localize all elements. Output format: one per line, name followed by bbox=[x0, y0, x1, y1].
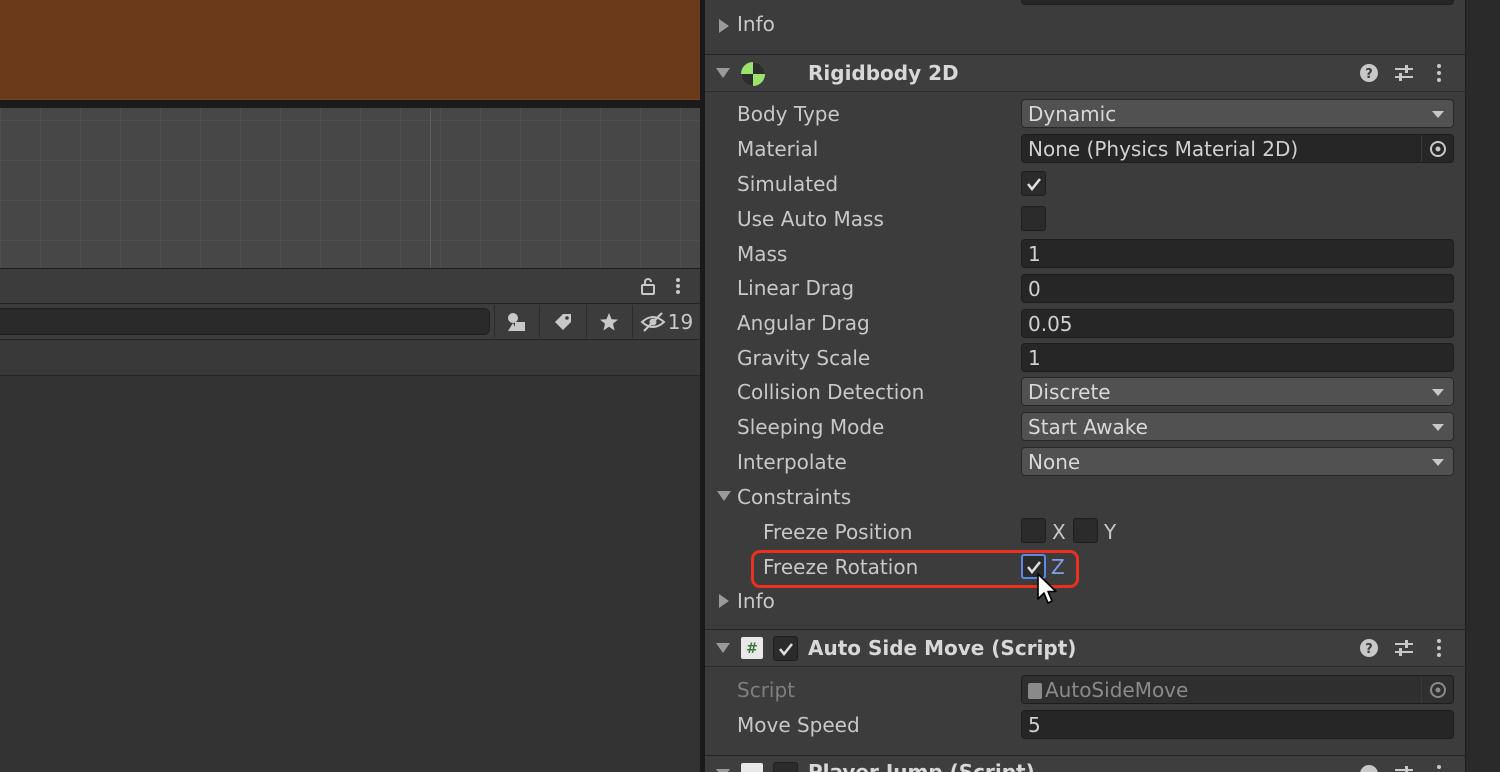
collision-detection-dropdown[interactable]: Discrete bbox=[1021, 377, 1454, 406]
checkmark-icon bbox=[778, 642, 793, 656]
presets-icon[interactable] bbox=[1393, 763, 1415, 772]
info-foldout-icon[interactable] bbox=[719, 594, 729, 608]
gravity-scale-input[interactable]: 1 bbox=[1021, 343, 1454, 372]
component-menu-icon[interactable] bbox=[1428, 62, 1450, 84]
search-by-label-button[interactable] bbox=[539, 305, 585, 338]
rigidbody2d-foldout-icon[interactable] bbox=[716, 68, 730, 78]
rigidbody2d-icon bbox=[740, 61, 766, 87]
component-menu-icon[interactable] bbox=[1428, 763, 1450, 772]
rigidbody2d-title: Rigidbody 2D bbox=[808, 61, 959, 85]
chevron-down-icon bbox=[1432, 459, 1444, 466]
collision-detection-value: Discrete bbox=[1028, 380, 1111, 404]
body-type-value: Dynamic bbox=[1028, 102, 1117, 126]
freeze-position-x-checkbox[interactable] bbox=[1021, 518, 1046, 543]
chevron-down-icon bbox=[1432, 389, 1444, 396]
freeze-position-y-checkbox[interactable] bbox=[1073, 518, 1098, 543]
hidden-count: 19 bbox=[667, 309, 694, 334]
svg-text:?: ? bbox=[1365, 642, 1373, 657]
scene-ground-sprite[interactable] bbox=[0, 0, 700, 100]
mass-input[interactable]: 1 bbox=[1021, 239, 1454, 268]
highlight-annotation bbox=[751, 550, 1079, 588]
simulated-checkbox[interactable] bbox=[1021, 171, 1046, 196]
script-label: Script bbox=[737, 678, 796, 702]
component-enabled-checkbox[interactable] bbox=[773, 636, 798, 661]
interpolate-label: Interpolate bbox=[737, 450, 847, 474]
info-foldout-label[interactable]: Info bbox=[737, 12, 775, 36]
star-icon bbox=[600, 312, 618, 330]
scene-ground-edge bbox=[0, 100, 700, 108]
freeze-position-label: Freeze Position bbox=[763, 520, 913, 544]
sleeping-mode-label: Sleeping Mode bbox=[737, 415, 885, 439]
more-options-icon[interactable] bbox=[668, 276, 688, 296]
interpolate-value: None bbox=[1028, 450, 1081, 474]
auto-side-move-foldout-icon[interactable] bbox=[716, 643, 730, 653]
prev-component-field[interactable] bbox=[1021, 0, 1454, 5]
move-speed-input[interactable]: 5 bbox=[1021, 710, 1454, 739]
project-breadcrumb-bar bbox=[0, 340, 700, 376]
svg-text:#: # bbox=[746, 641, 758, 656]
gravity-scale-label[interactable]: Gravity Scale bbox=[737, 346, 870, 370]
mass-label[interactable]: Mass bbox=[737, 242, 787, 266]
component-menu-icon[interactable] bbox=[1428, 637, 1450, 659]
use-auto-mass-checkbox[interactable] bbox=[1021, 206, 1046, 231]
script-value: AutoSideMove bbox=[1045, 678, 1189, 702]
chevron-down-icon bbox=[1432, 111, 1444, 118]
project-content-area[interactable] bbox=[0, 376, 700, 772]
linear-drag-input[interactable]: 0 bbox=[1021, 274, 1454, 303]
lock-icon[interactable] bbox=[638, 276, 658, 296]
material-label: Material bbox=[737, 137, 819, 161]
linear-drag-label[interactable]: Linear Drag bbox=[737, 276, 854, 300]
script-icon bbox=[741, 763, 763, 772]
scene-view[interactable] bbox=[0, 0, 700, 268]
angular-drag-label[interactable]: Angular Drag bbox=[737, 311, 870, 335]
info-foldout-label[interactable]: Info bbox=[737, 589, 775, 613]
help-icon[interactable]: ? bbox=[1358, 637, 1380, 659]
inspector-scrollbar[interactable] bbox=[1465, 0, 1500, 772]
presets-icon[interactable] bbox=[1393, 62, 1415, 84]
material-value: None (Physics Material 2D) bbox=[1028, 137, 1299, 161]
collision-detection-label: Collision Detection bbox=[737, 380, 925, 404]
hidden-packages-toggle[interactable]: 19 bbox=[632, 305, 700, 338]
help-icon[interactable] bbox=[1358, 763, 1380, 772]
material-object-field[interactable]: None (Physics Material 2D) bbox=[1021, 134, 1454, 163]
script-icon: # bbox=[741, 637, 763, 659]
constraints-foldout-icon[interactable] bbox=[717, 491, 731, 501]
help-icon[interactable]: ? bbox=[1358, 62, 1380, 84]
svg-text:?: ? bbox=[1365, 67, 1373, 82]
eye-slash-icon bbox=[640, 311, 666, 332]
object-picker-icon[interactable] bbox=[1421, 135, 1453, 162]
shapes-icon bbox=[507, 312, 525, 331]
project-window-header bbox=[0, 268, 700, 304]
move-speed-label[interactable]: Move Speed bbox=[737, 713, 860, 737]
mouse-cursor-icon bbox=[1036, 572, 1060, 612]
player-jump-title: Player Jump (Script) bbox=[808, 760, 1035, 772]
search-by-type-button[interactable] bbox=[494, 305, 538, 338]
auto-side-move-title: Auto Side Move (Script) bbox=[808, 636, 1077, 660]
script-file-icon bbox=[1028, 683, 1042, 699]
checkmark-icon bbox=[1026, 177, 1041, 191]
scene-grid-axis bbox=[430, 108, 431, 268]
chevron-down-icon bbox=[1432, 424, 1444, 431]
constraints-foldout-label[interactable]: Constraints bbox=[737, 485, 851, 509]
body-type-label: Body Type bbox=[737, 102, 840, 126]
simulated-label: Simulated bbox=[737, 172, 839, 196]
script-object-field: AutoSideMove bbox=[1021, 675, 1454, 704]
tag-icon bbox=[554, 313, 571, 330]
freeze-position-x-label: X bbox=[1052, 520, 1066, 544]
info-foldout-icon[interactable] bbox=[719, 19, 729, 33]
save-search-button[interactable] bbox=[586, 305, 631, 338]
sleeping-mode-dropdown[interactable]: Start Awake bbox=[1021, 412, 1454, 441]
angular-drag-input[interactable]: 0.05 bbox=[1021, 309, 1454, 338]
project-search-input[interactable] bbox=[0, 308, 490, 335]
object-picker-icon bbox=[1421, 676, 1453, 703]
freeze-position-y-label: Y bbox=[1104, 520, 1117, 544]
presets-icon[interactable] bbox=[1393, 637, 1415, 659]
body-type-dropdown[interactable]: Dynamic bbox=[1021, 99, 1454, 128]
component-enabled-checkbox[interactable] bbox=[773, 762, 798, 772]
interpolate-dropdown[interactable]: None bbox=[1021, 447, 1454, 476]
sleeping-mode-value: Start Awake bbox=[1028, 415, 1148, 439]
use-auto-mass-label: Use Auto Mass bbox=[737, 207, 884, 231]
